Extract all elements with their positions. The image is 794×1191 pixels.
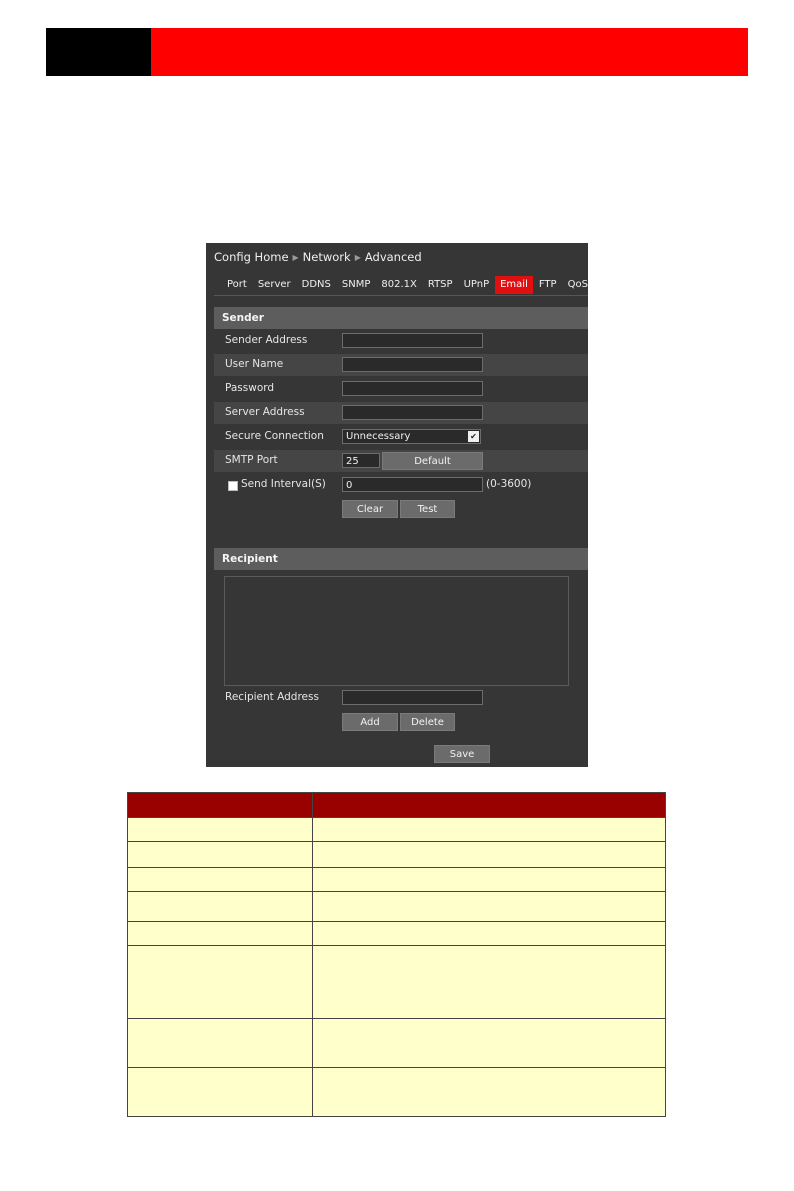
recipient-list[interactable] (224, 576, 569, 686)
table-row (127, 945, 666, 1019)
server-address-label: Server Address (225, 406, 305, 418)
user-name-input[interactable] (342, 357, 483, 372)
tab-upnp[interactable]: UPnP (459, 276, 495, 294)
table-cell (312, 817, 666, 842)
send-interval-checkbox[interactable] (228, 481, 238, 491)
table-row (127, 891, 666, 922)
breadcrumb-config-home[interactable]: Config Home (214, 250, 289, 264)
table-cell (312, 1018, 666, 1068)
table-row (127, 867, 666, 892)
table-header-cell (312, 792, 666, 818)
network-tabs: Port Server DDNS SNMP 802.1X RTSP UPnP Email FTP… (222, 276, 588, 294)
breadcrumb-arrow-icon: ▶ (354, 253, 361, 262)
breadcrumb-network[interactable]: Network (303, 250, 351, 264)
default-button[interactable]: Default (382, 452, 483, 470)
secure-connection-label: Secure Connection (225, 430, 324, 442)
add-button[interactable]: Add (342, 713, 398, 731)
table-cell (127, 1018, 313, 1068)
table-header-cell (127, 792, 313, 818)
sender-section-header: Sender (214, 307, 588, 329)
smtp-port-row: SMTP Port 25 Default (214, 450, 588, 472)
table-row (127, 841, 666, 868)
user-name-label: User Name (225, 358, 284, 370)
table-cell (127, 921, 313, 946)
tab-rtsp[interactable]: RTSP (423, 276, 458, 294)
table-cell (312, 841, 666, 868)
table-cell (127, 841, 313, 868)
table-cell (312, 867, 666, 892)
secure-connection-select[interactable]: Unnecessary ✔ (342, 429, 481, 444)
table-row (127, 921, 666, 946)
test-button[interactable]: Test (400, 500, 455, 518)
header-black-block (46, 28, 151, 76)
tab-qos[interactable]: QoS (563, 276, 588, 294)
table-row (127, 1067, 666, 1117)
tab-divider (214, 295, 588, 296)
tab-ftp[interactable]: FTP (534, 276, 562, 294)
smtp-port-label: SMTP Port (225, 454, 278, 466)
recipient-address-row: Recipient Address (214, 687, 588, 709)
table-cell (312, 921, 666, 946)
breadcrumb-arrow-icon: ▶ (292, 253, 299, 262)
password-label: Password (225, 382, 275, 394)
clear-button[interactable]: Clear (342, 500, 398, 518)
tab-ddns[interactable]: DDNS (297, 276, 336, 294)
table-cell (127, 945, 313, 1019)
server-address-input[interactable] (342, 405, 483, 420)
recipient-address-input[interactable] (342, 690, 483, 705)
table-cell (127, 891, 313, 922)
user-name-row: User Name (214, 354, 588, 376)
table-cell (127, 867, 313, 892)
table-cell (127, 817, 313, 842)
sender-address-input[interactable] (342, 333, 483, 348)
server-address-row: Server Address (214, 402, 588, 424)
tab-email[interactable]: Email (495, 276, 533, 294)
recipient-section-header: Recipient (214, 548, 588, 570)
table-cell (312, 945, 666, 1019)
breadcrumb: Config Home ▶ Network ▶ Advanced (214, 250, 422, 264)
send-interval-label: Send Interval(S) (241, 478, 326, 490)
table-row (127, 1018, 666, 1068)
delete-button[interactable]: Delete (400, 713, 455, 731)
sender-address-label: Sender Address (225, 334, 308, 346)
tab-8021x[interactable]: 802.1X (376, 276, 421, 294)
table-header-row (127, 792, 666, 818)
secure-connection-value: Unnecessary (346, 431, 411, 442)
send-interval-input[interactable]: 0 (342, 477, 483, 492)
sender-address-row: Sender Address (214, 330, 588, 352)
password-row: Password (214, 378, 588, 400)
table-cell (312, 891, 666, 922)
table-cell (127, 1067, 313, 1117)
password-input[interactable] (342, 381, 483, 396)
breadcrumb-advanced[interactable]: Advanced (365, 250, 422, 264)
send-interval-row: Send Interval(S) 0 (0-3600) (214, 474, 588, 496)
table-row (127, 817, 666, 842)
send-interval-range: (0-3600) (486, 478, 532, 490)
save-button[interactable]: Save (434, 745, 490, 763)
tab-snmp[interactable]: SNMP (337, 276, 376, 294)
tab-port[interactable]: Port (222, 276, 252, 294)
chevron-down-icon[interactable]: ✔ (468, 431, 479, 442)
table-cell (312, 1067, 666, 1117)
parameter-table (127, 792, 666, 1117)
smtp-port-input[interactable]: 25 (342, 453, 380, 468)
recipient-address-label: Recipient Address (225, 691, 319, 703)
tab-server[interactable]: Server (253, 276, 296, 294)
secure-connection-row: Secure Connection Unnecessary ✔ (214, 426, 588, 448)
header-red-bar (151, 28, 748, 76)
email-settings-panel: Config Home ▶ Network ▶ Advanced Port Server D… (206, 243, 588, 767)
